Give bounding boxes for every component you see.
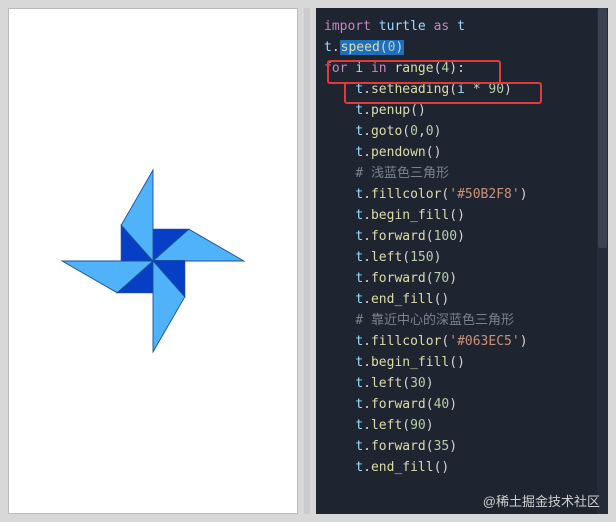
watermark: @稀土掘金技术社区 (483, 491, 600, 510)
code-line[interactable]: t.forward(35) (324, 436, 604, 457)
code-line[interactable]: t.left(90) (324, 415, 604, 436)
code-line[interactable]: # 靠近中心的深蓝色三角形 (324, 310, 604, 331)
turtle-output-pane (8, 8, 298, 514)
code-line[interactable]: t.speed(0) (324, 37, 604, 58)
code-line[interactable]: t.forward(100) (324, 226, 604, 247)
code-line[interactable]: t.left(150) (324, 247, 604, 268)
code-line[interactable]: t.goto(0,0) (324, 121, 604, 142)
pinwheel-figure (53, 161, 253, 361)
code-line[interactable]: t.begin_fill() (324, 352, 604, 373)
code-line[interactable]: t.begin_fill() (324, 205, 604, 226)
code-line[interactable]: t.forward(40) (324, 394, 604, 415)
code-line[interactable]: t.fillcolor('#50B2F8') (324, 184, 604, 205)
code-line[interactable]: t.end_fill() (324, 457, 604, 478)
code-line[interactable]: import turtle as t (324, 16, 604, 37)
pane-divider[interactable] (304, 8, 310, 514)
code-line[interactable]: t.fillcolor('#063EC5') (324, 331, 604, 352)
code-line[interactable]: t.forward(70) (324, 268, 604, 289)
code-line[interactable]: # 浅蓝色三角形 (324, 163, 604, 184)
code-line[interactable]: t.left(30) (324, 373, 604, 394)
code-line[interactable]: t.end_fill() (324, 289, 604, 310)
code-line[interactable]: for i in range(4): (324, 58, 604, 79)
code-line[interactable]: t.penup() (324, 100, 604, 121)
code-editor[interactable]: import turtle as tt.speed(0)for i in ran… (316, 8, 608, 514)
code-line[interactable]: t.setheading(i * 90) (324, 79, 604, 100)
app-container: import turtle as tt.speed(0)for i in ran… (0, 0, 616, 522)
code-line[interactable]: t.pendown() (324, 142, 604, 163)
